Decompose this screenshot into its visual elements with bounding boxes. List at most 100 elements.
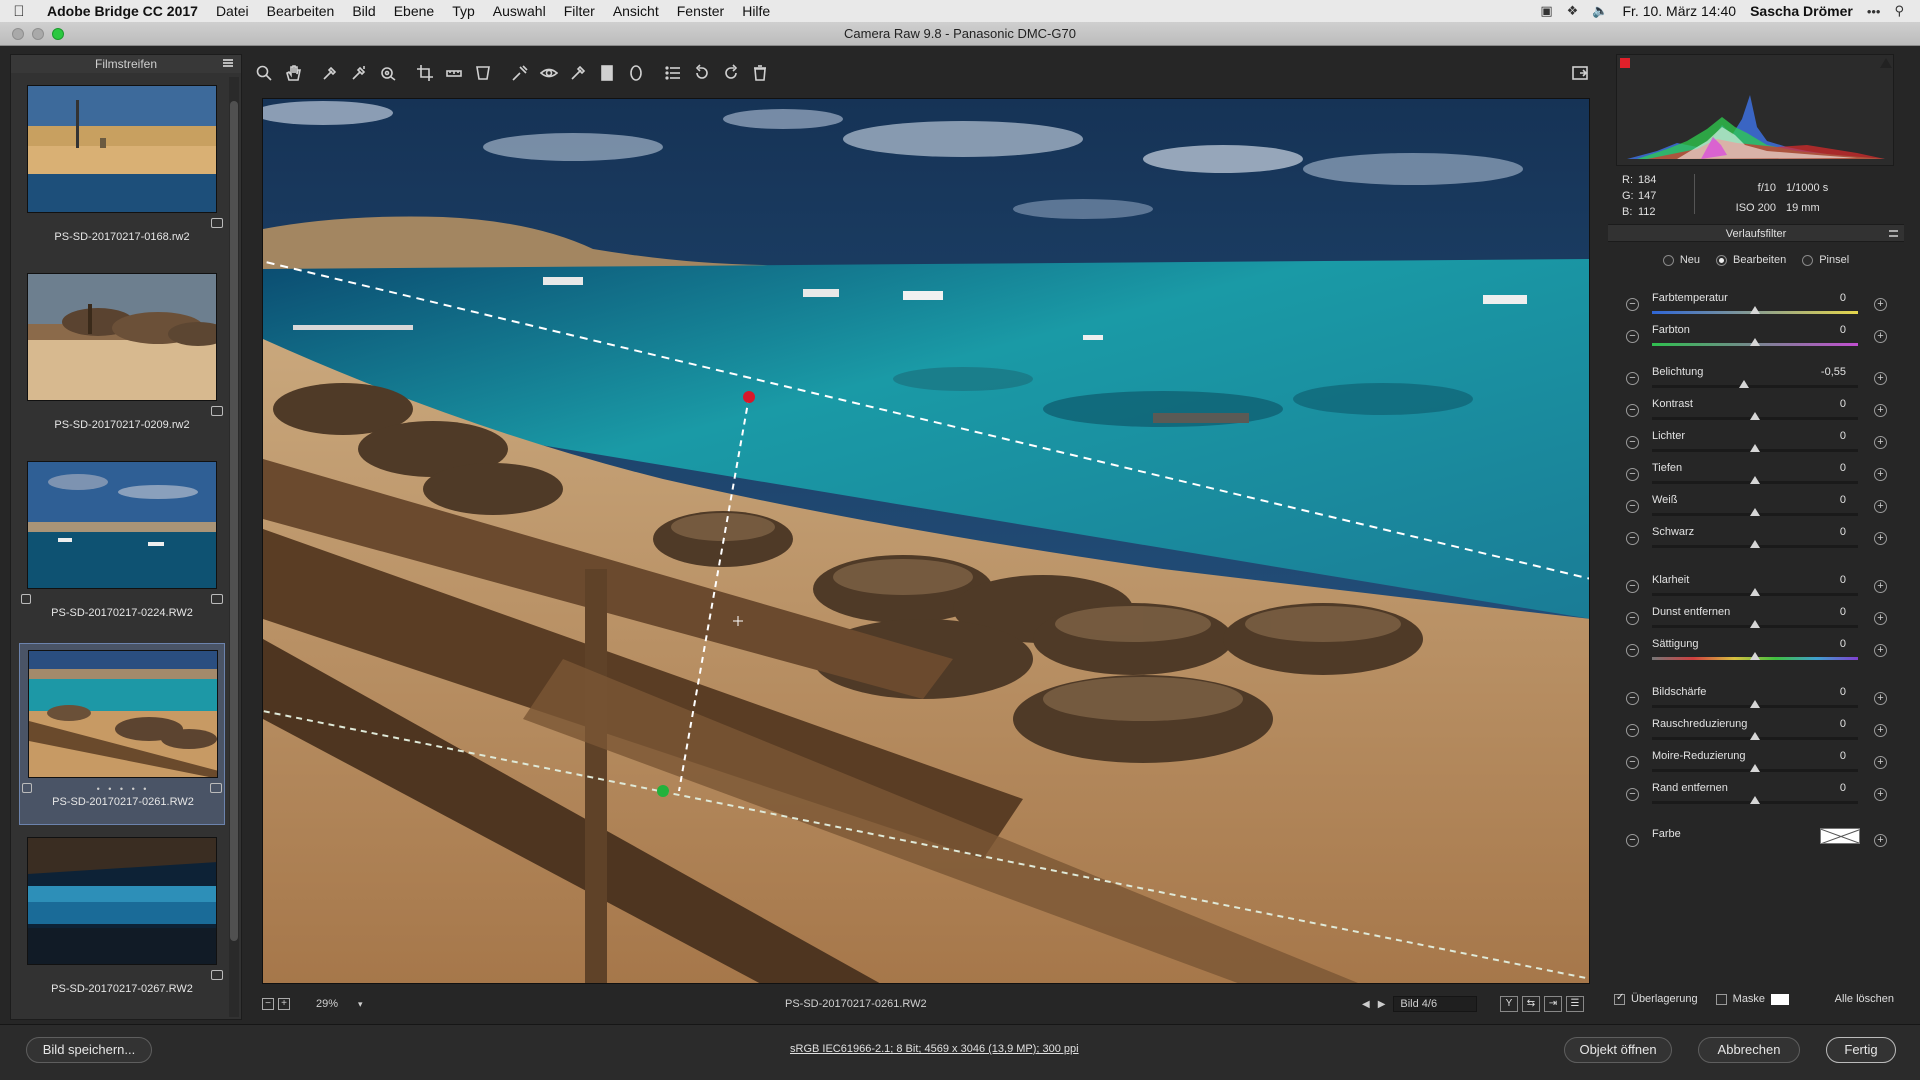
rating-dots[interactable]: • • • • •	[20, 784, 226, 794]
mode-brush-radio[interactable]: Pinsel	[1802, 250, 1849, 270]
zoom-out-button[interactable]: −	[262, 998, 274, 1010]
filmstrip-item[interactable]: PS-SD-20170217-0267.RW2	[19, 831, 225, 1013]
graduated-filter-icon[interactable]	[595, 61, 619, 85]
menu-filter[interactable]: Filter	[555, 3, 604, 19]
straighten-icon[interactable]	[442, 61, 466, 85]
slider-thumb[interactable]	[1750, 338, 1760, 346]
color-sampler-icon[interactable]	[347, 61, 371, 85]
target-adjustment-icon[interactable]	[376, 61, 400, 85]
fullscreen-icon[interactable]	[1568, 61, 1592, 85]
increase-icon[interactable]: +	[1874, 788, 1887, 801]
next-image-icon[interactable]: ▶	[1378, 999, 1386, 1010]
decrease-icon[interactable]: −	[1626, 756, 1639, 769]
mode-new-radio[interactable]: Neu	[1662, 250, 1700, 270]
scrollbar-thumb[interactable]	[230, 101, 238, 941]
toggle-view-settings-icon[interactable]: ☰	[1566, 996, 1584, 1012]
increase-icon[interactable]: +	[1874, 372, 1887, 385]
increase-icon[interactable]: +	[1874, 436, 1887, 449]
filmstrip-item[interactable]: PS-SD-20170217-0209.rw2	[19, 267, 225, 449]
close-window-button[interactable]	[12, 28, 24, 40]
slider-value[interactable]: 0	[1796, 574, 1846, 586]
spotlight-search-icon[interactable]: ⚲	[1894, 3, 1904, 19]
slider-value[interactable]: 0	[1796, 638, 1846, 650]
menubar-clock[interactable]: Fr. 10. März 14:40	[1622, 3, 1736, 19]
preview-photo[interactable]	[263, 99, 1590, 984]
slider-value[interactable]: 0	[1796, 782, 1846, 794]
slider-thumb[interactable]	[1750, 444, 1760, 452]
rotate-left-icon[interactable]	[690, 61, 714, 85]
slider-thumb[interactable]	[1750, 588, 1760, 596]
slider-value[interactable]: 0	[1796, 494, 1846, 506]
slider-thumb[interactable]	[1750, 306, 1760, 314]
open-object-button[interactable]: Objekt öffnen	[1564, 1037, 1672, 1063]
decrease-icon[interactable]: −	[1626, 500, 1639, 513]
clear-all-button[interactable]: Alle löschen	[1835, 993, 1894, 1005]
panel-menu-icon[interactable]	[1889, 230, 1898, 237]
zoom-in-button[interactable]: +	[278, 998, 290, 1010]
filter-start-pin[interactable]	[743, 391, 755, 403]
menu-bild[interactable]: Bild	[343, 3, 384, 19]
slider-thumb[interactable]	[1750, 540, 1760, 548]
decrease-icon[interactable]: −	[1626, 372, 1639, 385]
slider-thumb[interactable]	[1738, 380, 1749, 388]
workflow-options-link[interactable]: sRGB IEC61966-2.1; 8 Bit; 4569 x 3046 (1…	[790, 1043, 1079, 1055]
radial-filter-icon[interactable]	[624, 61, 648, 85]
slider-value[interactable]: 0	[1796, 398, 1846, 410]
increase-icon[interactable]: +	[1874, 580, 1887, 593]
adjustment-brush-icon[interactable]	[566, 61, 590, 85]
filmstrip-menu-icon[interactable]	[223, 59, 233, 67]
thumbnail-image[interactable]	[28, 650, 218, 778]
color-minus-icon[interactable]: −	[1626, 834, 1639, 847]
shadow-clipping-warning-icon[interactable]	[1620, 58, 1630, 68]
slider-thumb[interactable]	[1750, 700, 1760, 708]
radio-circle-icon[interactable]	[1662, 254, 1674, 266]
white-balance-icon[interactable]	[318, 61, 342, 85]
menu-app[interactable]: Adobe Bridge CC 2017	[38, 3, 207, 19]
increase-icon[interactable]: +	[1874, 330, 1887, 343]
minimize-window-button[interactable]	[32, 28, 44, 40]
menu-hilfe[interactable]: Hilfe	[733, 3, 779, 19]
slider-value[interactable]: 0	[1796, 686, 1846, 698]
slider-value[interactable]: 0	[1796, 430, 1846, 442]
swap-settings-icon[interactable]: ⇆	[1522, 996, 1540, 1012]
red-eye-icon[interactable]	[537, 61, 561, 85]
slider-value[interactable]: 0	[1796, 750, 1846, 762]
filmstrip-item[interactable]: PS-SD-20170217-0224.RW2	[19, 455, 225, 637]
thumbnail-image[interactable]	[27, 85, 217, 213]
screen-capture-icon[interactable]: ▣	[1540, 3, 1552, 19]
dropbox-icon[interactable]: ❖	[1567, 3, 1579, 19]
decrease-icon[interactable]: −	[1626, 330, 1639, 343]
increase-icon[interactable]: +	[1874, 532, 1887, 545]
rotate-right-icon[interactable]	[719, 61, 743, 85]
increase-icon[interactable]: +	[1874, 644, 1887, 657]
preferences-icon[interactable]	[661, 61, 685, 85]
radio-circle-icon[interactable]	[1802, 254, 1814, 266]
increase-icon[interactable]: +	[1874, 404, 1887, 417]
apple-menu-icon[interactable]: 	[0, 3, 38, 20]
spot-removal-icon[interactable]	[508, 61, 532, 85]
zoom-icon[interactable]	[252, 61, 276, 85]
mask-checkbox[interactable]	[1715, 993, 1727, 1005]
done-button[interactable]: Fertig	[1826, 1037, 1896, 1063]
decrease-icon[interactable]: −	[1626, 298, 1639, 311]
zoom-dropdown-icon[interactable]: ▾	[358, 999, 363, 1010]
more-icon[interactable]: •••	[1867, 4, 1881, 19]
save-image-button[interactable]: Bild speichern...	[26, 1037, 152, 1063]
color-plus-icon[interactable]: +	[1874, 834, 1887, 847]
mode-edit-radio[interactable]: Bearbeiten	[1716, 250, 1786, 270]
menu-ansicht[interactable]: Ansicht	[604, 3, 668, 19]
slider-value[interactable]: 0	[1796, 462, 1846, 474]
increase-icon[interactable]: +	[1874, 756, 1887, 769]
increase-icon[interactable]: +	[1874, 692, 1887, 705]
radio-circle-icon[interactable]	[1716, 254, 1727, 266]
decrease-icon[interactable]: −	[1626, 644, 1639, 657]
slider-value[interactable]: 0	[1796, 718, 1846, 730]
zoom-window-button[interactable]	[52, 28, 64, 40]
slider-value[interactable]: 0	[1796, 526, 1846, 538]
slider-thumb[interactable]	[1750, 796, 1760, 804]
thumbnail-image[interactable]	[27, 461, 217, 589]
zoom-level[interactable]: 29%	[316, 998, 338, 1010]
increase-icon[interactable]: +	[1874, 500, 1887, 513]
slider-thumb[interactable]	[1750, 508, 1760, 516]
decrease-icon[interactable]: −	[1626, 436, 1639, 449]
